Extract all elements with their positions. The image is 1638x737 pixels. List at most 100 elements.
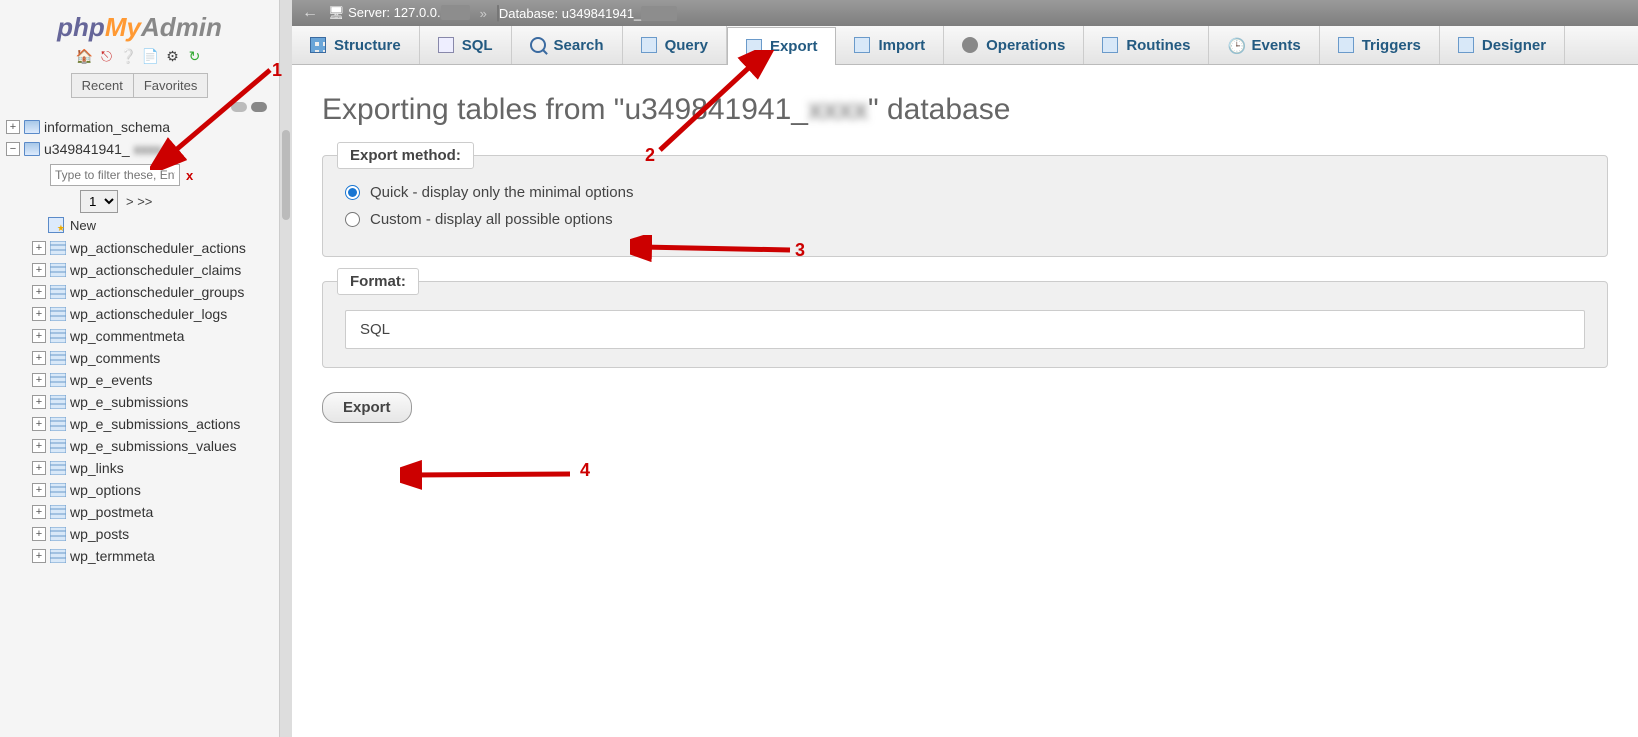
- expand-icon[interactable]: +: [32, 307, 46, 321]
- tab-routines[interactable]: Routines: [1084, 26, 1209, 64]
- database-blur: xxx: [641, 6, 677, 21]
- expand-icon[interactable]: +: [32, 241, 46, 255]
- export-button[interactable]: Export: [322, 392, 412, 423]
- expand-icon[interactable]: +: [32, 285, 46, 299]
- expand-icon[interactable]: +: [32, 549, 46, 563]
- db-information-schema[interactable]: + information_schema: [0, 116, 279, 138]
- title-post: " database: [868, 93, 1010, 126]
- triggers-icon: [1338, 37, 1354, 53]
- tab-label: Events: [1251, 37, 1300, 54]
- format-select[interactable]: SQL: [345, 310, 1585, 349]
- table-row[interactable]: +wp_posts: [0, 523, 279, 545]
- table-row[interactable]: +wp_links: [0, 457, 279, 479]
- new-table-link[interactable]: New: [0, 217, 279, 233]
- docs-icon[interactable]: 📄: [142, 47, 160, 65]
- logo-part3: Admin: [141, 12, 222, 42]
- expand-icon[interactable]: +: [32, 527, 46, 541]
- tab-operations[interactable]: Operations: [944, 26, 1084, 64]
- collapse-icon[interactable]: −: [6, 142, 20, 156]
- server-icon: 🖥: [328, 5, 345, 20]
- expand-icon[interactable]: +: [32, 461, 46, 475]
- expand-icon[interactable]: +: [32, 417, 46, 431]
- table-icon: [50, 527, 66, 541]
- expand-icon[interactable]: +: [32, 373, 46, 387]
- favorites-tab[interactable]: Favorites: [133, 73, 208, 98]
- table-row[interactable]: +wp_actionscheduler_groups: [0, 281, 279, 303]
- help-icon[interactable]: ❔: [120, 47, 138, 65]
- expand-icon[interactable]: +: [32, 395, 46, 409]
- collapse-toggle[interactable]: [231, 102, 267, 112]
- expand-icon[interactable]: +: [32, 439, 46, 453]
- table-icon: [50, 549, 66, 563]
- filter-input[interactable]: [50, 164, 180, 186]
- tab-label: Routines: [1126, 37, 1190, 54]
- table-name: wp_comments: [70, 350, 160, 366]
- table-name: wp_options: [70, 482, 141, 498]
- table-name: wp_e_submissions_actions: [70, 416, 240, 432]
- table-row[interactable]: + wp_options: [0, 479, 279, 501]
- designer-icon: [1458, 37, 1474, 53]
- table-row[interactable]: +wp_actionscheduler_actions: [0, 237, 279, 259]
- export-method-legend: Export method:: [337, 142, 474, 169]
- custom-option[interactable]: Custom - display all possible options: [345, 211, 1585, 228]
- tab-triggers[interactable]: Triggers: [1320, 26, 1440, 64]
- expand-icon[interactable]: +: [32, 505, 46, 519]
- sidebar-iconbar: 🏠 ⎋ ❔ 📄 ⚙ ↻: [76, 47, 204, 65]
- tab-label: Export: [770, 38, 818, 55]
- divider[interactable]: [280, 0, 292, 737]
- expand-icon[interactable]: +: [32, 263, 46, 277]
- table-row[interactable]: +wp_e_submissions_values: [0, 435, 279, 457]
- custom-radio[interactable]: [345, 212, 360, 227]
- logo[interactable]: phpMyAdmin: [57, 12, 222, 43]
- expand-icon[interactable]: +: [6, 120, 20, 134]
- tab-events[interactable]: 🕒Events: [1209, 26, 1319, 64]
- recent-tab[interactable]: Recent: [71, 73, 133, 98]
- logo-part1: php: [57, 12, 105, 42]
- reload-icon[interactable]: ↻: [186, 47, 204, 65]
- table-row[interactable]: +wp_actionscheduler_claims: [0, 259, 279, 281]
- main-tabs: Structure SQL Search Query Export Import…: [292, 26, 1638, 65]
- table-row[interactable]: + wp_termmeta: [0, 545, 279, 567]
- table-row[interactable]: + wp_comments: [0, 347, 279, 369]
- gear-icon: [962, 37, 978, 53]
- table-row[interactable]: +wp_actionscheduler_logs: [0, 303, 279, 325]
- scrollbar-thumb[interactable]: [282, 130, 290, 220]
- exit-icon[interactable]: ⎋: [98, 47, 116, 65]
- table-name: wp_termmeta: [70, 548, 155, 564]
- tab-search[interactable]: Search: [512, 26, 623, 64]
- table-row[interactable]: + wp_e_submissions_actions: [0, 413, 279, 435]
- table-row[interactable]: +wp_e_submissions: [0, 391, 279, 413]
- database-crumb[interactable]: Database: u349841941_xxx: [497, 6, 677, 21]
- tab-structure[interactable]: Structure: [292, 26, 420, 64]
- expand-icon[interactable]: +: [32, 329, 46, 343]
- expand-icon[interactable]: +: [32, 351, 46, 365]
- expand-icon[interactable]: +: [32, 483, 46, 497]
- tab-import[interactable]: Import: [836, 26, 944, 64]
- logo-part2: My: [105, 12, 141, 42]
- page-title: Exporting tables from "u349841941_xxxx" …: [322, 93, 1608, 127]
- db-user[interactable]: − u349841941_xxxx: [0, 138, 279, 160]
- quick-option[interactable]: Quick - display only the minimal options: [345, 184, 1585, 201]
- database-icon: [24, 142, 40, 156]
- server-crumb[interactable]: 🖥 Server: 127.0.0.xx: [328, 5, 470, 21]
- page-more[interactable]: > >>: [126, 194, 152, 209]
- filter-row: x: [0, 164, 279, 186]
- table-icon: [50, 263, 66, 277]
- tab-query[interactable]: Query: [623, 26, 727, 64]
- tab-designer[interactable]: Designer: [1440, 26, 1565, 64]
- tab-label: Operations: [986, 37, 1065, 54]
- clear-filter-icon[interactable]: x: [186, 168, 193, 183]
- server-label: Server: 127.0.0.: [348, 5, 441, 20]
- table-row[interactable]: +wp_commentmeta: [0, 325, 279, 347]
- structure-icon: [310, 37, 326, 53]
- home-icon[interactable]: 🏠: [76, 47, 94, 65]
- search-icon: [530, 37, 546, 53]
- tab-export[interactable]: Export: [727, 27, 837, 65]
- table-row[interactable]: +wp_e_events: [0, 369, 279, 391]
- settings-icon[interactable]: ⚙: [164, 47, 182, 65]
- page-select[interactable]: 1: [80, 190, 118, 213]
- quick-radio[interactable]: [345, 185, 360, 200]
- table-row[interactable]: +wp_postmeta: [0, 501, 279, 523]
- back-icon[interactable]: ←: [302, 4, 318, 22]
- tab-sql[interactable]: SQL: [420, 26, 512, 64]
